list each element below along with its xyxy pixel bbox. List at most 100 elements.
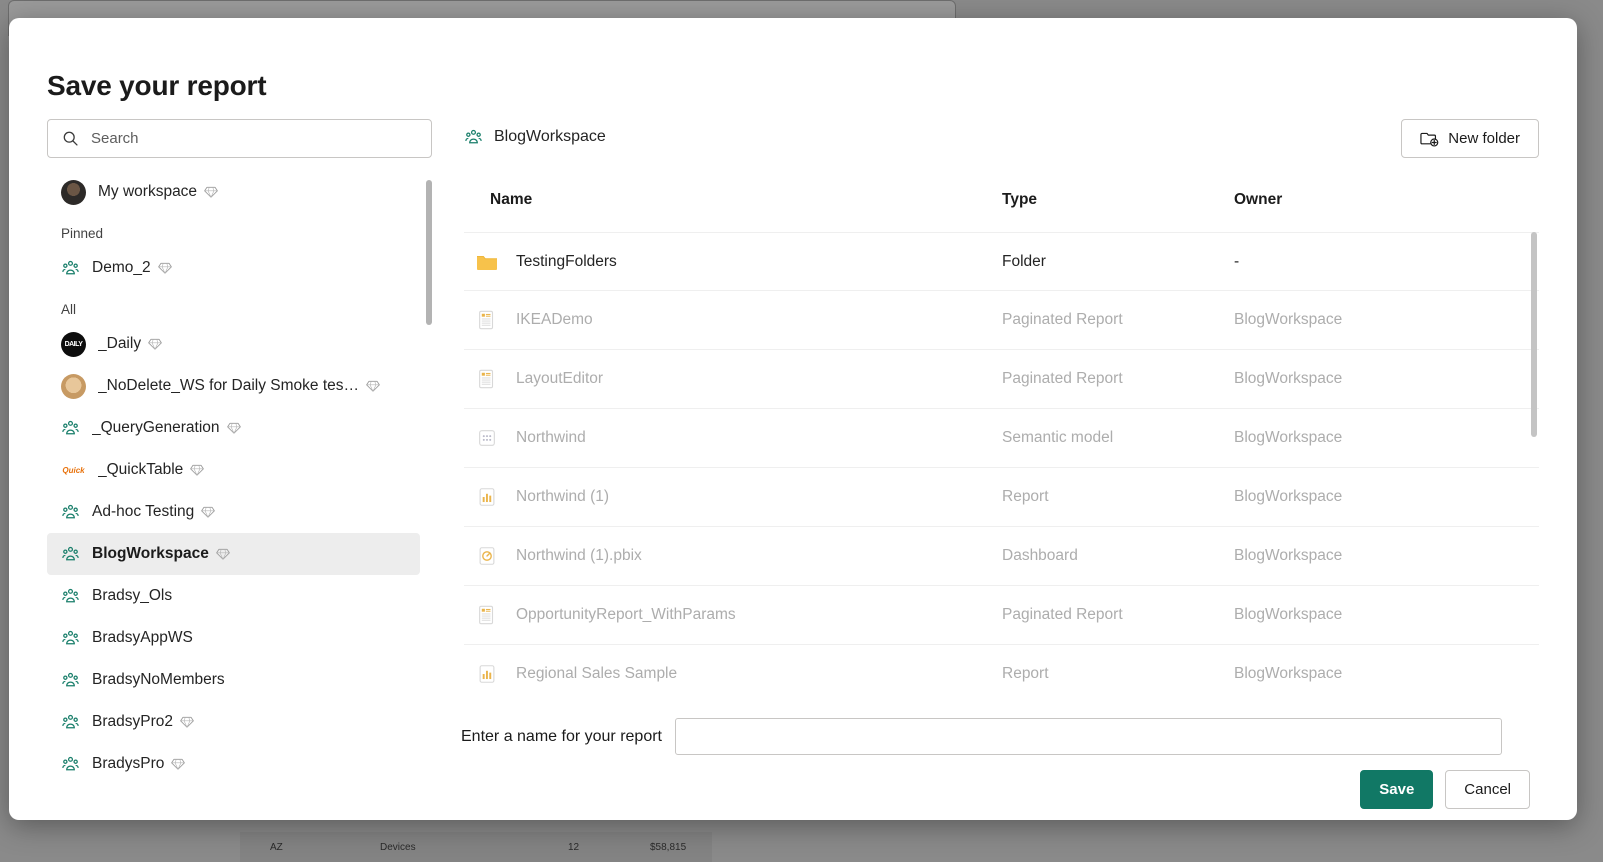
row-name: LayoutEditor [516, 370, 604, 387]
table-header-row: Name Type Owner [464, 191, 1539, 231]
page-title: Save your report [47, 70, 267, 101]
sidebar-item-bradyspro[interactable]: BradysPro [47, 743, 420, 785]
dashboard-icon [479, 547, 495, 565]
table-row[interactable]: TestingFolders Folder - [464, 232, 1539, 291]
sidebar-item-label: _QueryGeneration [92, 419, 220, 436]
workspace-list-scroll-thumb[interactable] [426, 180, 432, 325]
workspace-picker-pane: My workspace Pinned Demo_2 All DAILY _Dail… [47, 119, 432, 809]
row-type: Paginated Report [1002, 311, 1123, 328]
paginated-report-icon [479, 605, 494, 625]
paginated-report-icon [479, 310, 494, 330]
sidebar-item-label: _QuickTable [98, 461, 184, 478]
report-name-row: Enter a name for your report [461, 718, 1539, 755]
premium-gem-icon [171, 757, 186, 771]
row-type-icon [474, 663, 500, 685]
new-folder-label: New folder [1448, 130, 1520, 147]
workspace-group-icon [62, 588, 79, 602]
avatar: Quick [61, 457, 86, 483]
avatar [61, 373, 86, 399]
sidebar-item-label: BlogWorkspace [92, 545, 209, 562]
row-type: Semantic model [1002, 429, 1114, 446]
workspace-group-icon [62, 504, 79, 518]
workspace-section-header: Pinned [61, 226, 104, 241]
row-owner: BlogWorkspace [1234, 606, 1343, 623]
item-table: TestingFolders Folder - IKEADemo Paginated … [464, 232, 1539, 695]
sidebar-item-quicktable[interactable]: Quick _QuickTable [47, 449, 420, 491]
premium-gem-icon [204, 185, 218, 199]
item-table-scroll-thumb[interactable] [1531, 232, 1537, 437]
folder-icon [477, 255, 497, 270]
sidebar-item-querygeneration[interactable]: _QueryGeneration [47, 407, 420, 449]
premium-gem-icon [226, 421, 241, 435]
premium-gem-icon [157, 261, 172, 275]
sidebar-item-daily[interactable]: DAILY _Daily [47, 323, 420, 365]
save-report-dialog: Save your report My workspace Pinned Dem… [9, 18, 1577, 820]
new-folder-button[interactable]: New folder [1401, 119, 1539, 158]
content-pane: BlogWorkspace New folder Name Type Owner… [464, 119, 1539, 683]
row-name: Northwind (1) [516, 488, 610, 505]
sidebar-item-ad-hoc-testing[interactable]: Ad-hoc Testing [47, 491, 420, 533]
row-name: Northwind [516, 429, 586, 446]
background-cell-category: Devices [380, 841, 416, 853]
row-type-icon [474, 309, 500, 331]
sidebar-item-nodelete-ws-for-daily-smoke-tes[interactable]: _NoDelete_WS for Daily Smoke tes… [47, 365, 420, 407]
row-name: OpportunityReport_WithParams [516, 606, 736, 623]
table-row: Northwind (1).pbix Dashboard BlogWorkspace [464, 527, 1539, 586]
sidebar-item-blogworkspace[interactable]: BlogWorkspace [47, 533, 420, 575]
premium-gem-icon [201, 505, 216, 519]
search-box[interactable] [47, 119, 432, 158]
workspace-list[interactable]: My workspace Pinned Demo_2 All DAILY _Dail… [47, 171, 432, 806]
avatar: DAILY [61, 331, 86, 357]
workspace-list-scrollbar[interactable] [426, 180, 432, 806]
column-header-name: Name [490, 191, 533, 208]
save-button[interactable]: Save [1360, 770, 1434, 809]
sidebar-item-my-workspace[interactable]: My workspace [47, 171, 420, 213]
column-header-owner: Owner [1234, 191, 1283, 208]
sidebar-item-demo-2[interactable]: Demo_2 [47, 247, 420, 289]
table-row: Northwind Semantic model BlogWorkspace [464, 409, 1539, 468]
breadcrumb: BlogWorkspace [464, 119, 1539, 155]
sidebar-item-bradsypro2[interactable]: BradsyPro2 [47, 701, 420, 743]
sidebar-item-label: BradysPro [92, 755, 165, 772]
search-icon [63, 131, 78, 146]
sidebar-item-bradsy-ols[interactable]: Bradsy_Ols [47, 575, 420, 617]
row-type-icon [474, 427, 500, 449]
background-table-row: AZ Devices 12 $58,815 [240, 832, 712, 862]
premium-gem-icon [180, 715, 194, 729]
table-row: IKEADemo Paginated Report BlogWorkspace [464, 291, 1539, 350]
sidebar-item-bradsynomembers[interactable]: BradsyNoMembers [47, 659, 420, 701]
cancel-button[interactable]: Cancel [1445, 770, 1530, 809]
row-type-icon [474, 604, 500, 626]
row-type-icon [474, 486, 500, 508]
workspace-group-icon [62, 546, 79, 560]
table-row: Regional Sales Sample Report BlogWorkspace [464, 645, 1539, 695]
item-table-scrollbar[interactable] [1531, 232, 1537, 695]
row-owner: BlogWorkspace [1234, 665, 1343, 682]
column-header-type: Type [1002, 191, 1038, 208]
background-cell-state: AZ [270, 841, 283, 853]
sidebar-item-label: Ad-hoc Testing [92, 503, 195, 520]
sidebar-item-label: _NoDelete_WS for Daily Smoke tes… [98, 377, 360, 394]
workspace-group-icon [62, 630, 79, 644]
search-input[interactable] [89, 120, 399, 157]
row-type-icon [474, 545, 500, 567]
sidebar-item-label: BradsyPro2 [92, 713, 173, 730]
sidebar-item-bradsyappws[interactable]: BradsyAppWS [47, 617, 420, 659]
premium-gem-icon [366, 379, 380, 393]
row-type: Paginated Report [1002, 606, 1123, 623]
workspace-group-icon [465, 129, 482, 143]
row-owner: BlogWorkspace [1234, 370, 1343, 387]
workspace-group-icon [62, 756, 79, 770]
report-name-input[interactable] [674, 718, 1502, 755]
report-name-label: Enter a name for your report [461, 727, 662, 745]
sidebar-item-label: My workspace [98, 183, 198, 200]
semantic-model-icon [479, 430, 495, 446]
premium-gem-icon [190, 463, 205, 477]
row-type: Folder [1002, 252, 1046, 270]
row-owner: BlogWorkspace [1234, 547, 1343, 564]
sidebar-item-label: _Daily [98, 335, 142, 352]
row-owner: BlogWorkspace [1234, 488, 1343, 505]
workspace-group-icon [62, 420, 79, 434]
row-name: Regional Sales Sample [516, 665, 678, 682]
sidebar-item-label: Demo_2 [92, 259, 151, 276]
